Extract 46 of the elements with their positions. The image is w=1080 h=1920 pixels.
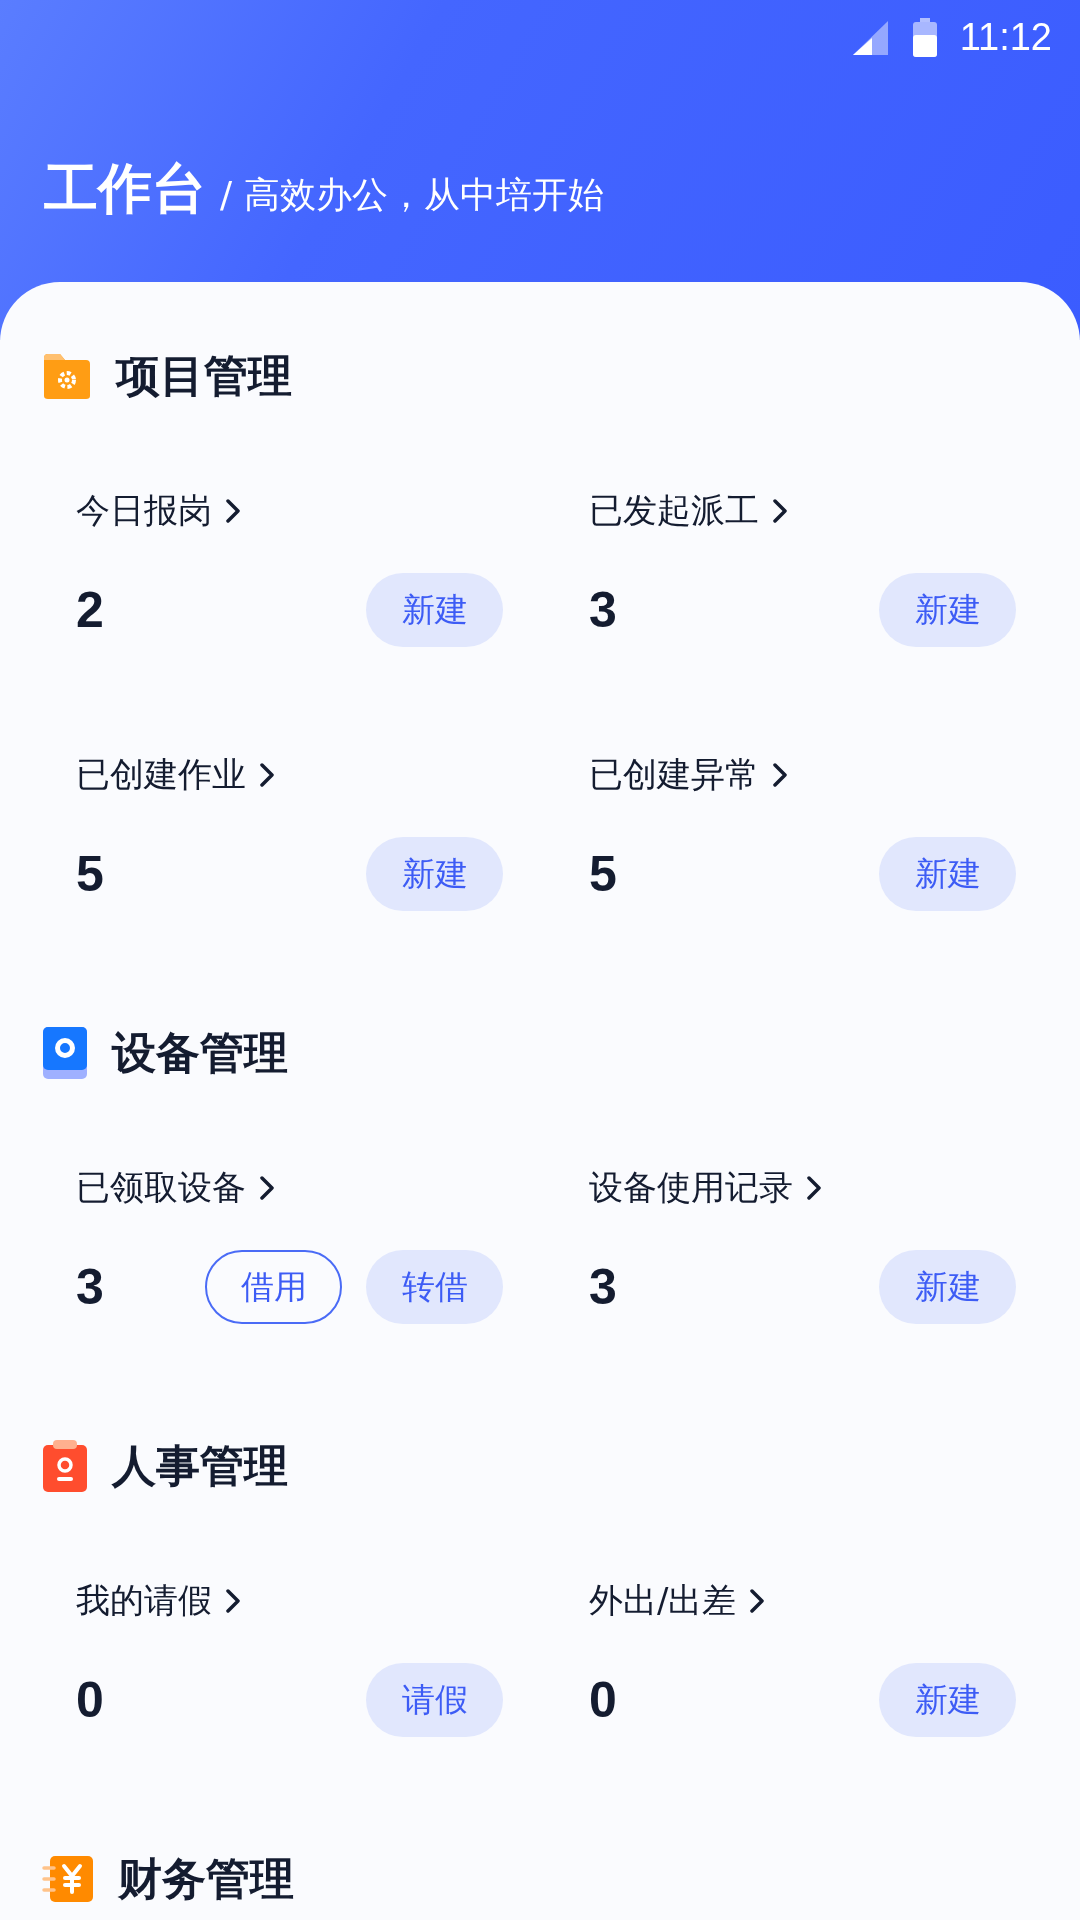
item-link[interactable]: 我的请假: [76, 1579, 503, 1623]
signal-icon: [851, 19, 890, 56]
item-count: 3: [589, 1258, 617, 1316]
item-link[interactable]: 外出/出差: [589, 1579, 1016, 1623]
action-button[interactable]: 新建: [879, 573, 1016, 647]
action-button[interactable]: 请假: [366, 1663, 503, 1737]
action-button[interactable]: 借用: [205, 1250, 342, 1324]
chevron-right-icon: [260, 1176, 274, 1200]
chevron-right-icon: [750, 1589, 765, 1613]
item-count: 0: [589, 1671, 617, 1729]
item-link[interactable]: 已领取设备: [76, 1166, 503, 1210]
action-button[interactable]: 新建: [366, 837, 503, 911]
yen-notebook-icon: [42, 1854, 94, 1904]
folder-gear-icon: [42, 352, 92, 400]
section-title: 人事管理: [112, 1438, 288, 1493]
section-title: 财务管理: [118, 1851, 294, 1906]
section-title: 设备管理: [112, 1025, 288, 1080]
action-button[interactable]: 新建: [879, 1250, 1016, 1324]
action-button[interactable]: 新建: [879, 837, 1016, 911]
battery-icon: [911, 17, 938, 58]
action-button[interactable]: 新建: [366, 573, 503, 647]
item-count: 5: [76, 845, 104, 903]
clipboard-person-icon: [42, 1439, 88, 1493]
page-subtitle: / 高效办公，从中培开始: [220, 173, 604, 217]
section-title: 项目管理: [116, 348, 292, 403]
chevron-right-icon: [226, 499, 240, 523]
item-link[interactable]: 设备使用记录: [589, 1166, 1016, 1210]
page-title: 工作台: [44, 156, 206, 222]
item-link[interactable]: 已发起派工: [589, 489, 1016, 533]
item-link[interactable]: 已创建异常: [589, 753, 1016, 797]
chevron-right-icon: [773, 499, 787, 523]
item-count: 3: [589, 581, 617, 639]
item-count: 5: [589, 845, 617, 903]
item-count: 3: [76, 1258, 104, 1316]
item-count: 0: [76, 1671, 104, 1729]
status-time: 11:12: [959, 16, 1052, 59]
book-icon: [42, 1026, 88, 1080]
item-link[interactable]: 今日报岗: [76, 489, 503, 533]
chevron-right-icon: [807, 1176, 821, 1200]
chevron-right-icon: [226, 1589, 240, 1613]
item-link[interactable]: 已创建作业: [76, 753, 503, 797]
item-count: 2: [76, 581, 104, 639]
action-button[interactable]: 转借: [366, 1250, 503, 1324]
chevron-right-icon: [260, 763, 274, 787]
action-button[interactable]: 新建: [879, 1663, 1016, 1737]
chevron-right-icon: [773, 763, 787, 787]
